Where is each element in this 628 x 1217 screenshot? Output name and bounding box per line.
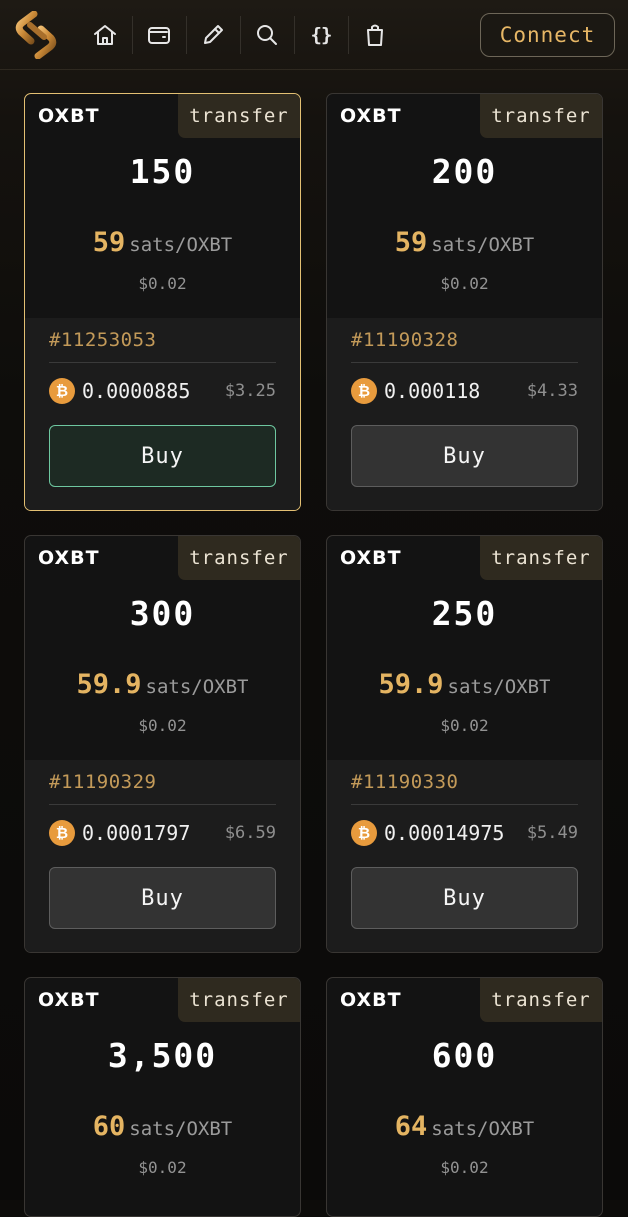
unit-price: 64 sats/OXBT xyxy=(327,1111,602,1142)
card-summary: OXBT transfer 200 59 sats/OXBT $0.02 xyxy=(327,94,602,318)
braces-glyph: {} xyxy=(310,24,333,46)
nav-divider xyxy=(294,16,295,54)
divider xyxy=(49,804,276,805)
braces-icon[interactable]: {} xyxy=(303,17,339,53)
token-amount: 3,500 xyxy=(107,1036,218,1075)
listing-card[interactable]: OXBT transfer 200 59 sats/OXBT $0.02 #111… xyxy=(326,93,603,511)
price-value: 59 xyxy=(394,227,428,258)
transfer-tag: transfer xyxy=(178,536,300,580)
ticker-label: OXBT xyxy=(38,989,100,1011)
transfer-tag: transfer xyxy=(480,94,602,138)
divider xyxy=(351,362,578,363)
search-icon[interactable] xyxy=(249,17,285,53)
price-unit: sats/OXBT xyxy=(447,676,551,698)
ticker-label: OXBT xyxy=(340,547,402,569)
ticker-label: OXBT xyxy=(38,547,100,569)
inscription-number[interactable]: #11190328 xyxy=(351,329,458,351)
wallet-icon[interactable] xyxy=(141,17,177,53)
buy-button[interactable]: Buy xyxy=(49,425,276,487)
card-footer: #11190330 ₿ 0.00014975 $5.49 Buy xyxy=(327,760,602,952)
price-value: 59.9 xyxy=(378,669,444,700)
inscription-number[interactable]: #11190329 xyxy=(49,771,156,793)
token-amount: 300 xyxy=(129,594,196,633)
unit-usd-price: $0.02 xyxy=(138,274,187,293)
nav-divider xyxy=(348,16,349,54)
ticker-label: OXBT xyxy=(340,989,402,1011)
usd-total: $4.33 xyxy=(526,381,578,401)
inscription-number[interactable]: #11253053 xyxy=(49,329,156,351)
transfer-tag: transfer xyxy=(480,978,602,1022)
bitcoin-icon: ₿ xyxy=(351,378,377,404)
token-amount: 600 xyxy=(431,1036,498,1075)
divider xyxy=(49,362,276,363)
btc-total: 0.000118 xyxy=(384,379,481,403)
price-unit: sats/OXBT xyxy=(431,234,535,256)
nav-divider xyxy=(132,16,133,54)
listing-card[interactable]: OXBT transfer 600 64 sats/OXBT $0.02 xyxy=(326,977,603,1217)
price-unit: sats/OXBT xyxy=(129,234,233,256)
price-value: 60 xyxy=(92,1111,126,1142)
bitcoin-icon: ₿ xyxy=(49,378,75,404)
card-summary: OXBT transfer 300 59.9 sats/OXBT $0.02 xyxy=(25,536,300,760)
token-amount: 250 xyxy=(431,594,498,633)
buy-button[interactable]: Buy xyxy=(49,867,276,929)
card-summary: OXBT transfer 250 59.9 sats/OXBT $0.02 xyxy=(327,536,602,760)
btc-total: 0.00014975 xyxy=(384,821,505,845)
nav-divider xyxy=(240,16,241,54)
usd-total: $6.59 xyxy=(224,823,276,843)
unit-usd-price: $0.02 xyxy=(440,274,489,293)
unit-price: 60 sats/OXBT xyxy=(25,1111,300,1142)
listing-card[interactable]: OXBT transfer 300 59.9 sats/OXBT $0.02 #1… xyxy=(24,535,301,953)
transfer-tag: transfer xyxy=(178,94,300,138)
price-unit: sats/OXBT xyxy=(145,676,249,698)
pencil-icon[interactable] xyxy=(195,17,231,53)
unit-usd-price: $0.02 xyxy=(440,1158,489,1177)
unit-usd-price: $0.02 xyxy=(440,716,489,735)
price-unit: sats/OXBT xyxy=(129,1118,233,1140)
ticker-label: OXBT xyxy=(340,105,402,127)
ticker-label: OXBT xyxy=(38,105,100,127)
token-amount: 200 xyxy=(431,152,498,191)
listing-card[interactable]: OXBT transfer 150 59 sats/OXBT $0.02 #112… xyxy=(24,93,301,511)
inscription-number[interactable]: #11190330 xyxy=(351,771,458,793)
transfer-tag: transfer xyxy=(178,978,300,1022)
home-icon[interactable] xyxy=(87,17,123,53)
bitcoin-icon: ₿ xyxy=(49,820,75,846)
card-footer: #11190328 ₿ 0.000118 $4.33 Buy xyxy=(327,318,602,510)
logo-icon[interactable] xyxy=(14,10,58,60)
usd-total: $5.49 xyxy=(526,823,578,843)
usd-total: $3.25 xyxy=(224,381,276,401)
token-amount: 150 xyxy=(129,152,196,191)
buy-button[interactable]: Buy xyxy=(351,867,578,929)
price-value: 64 xyxy=(394,1111,428,1142)
unit-usd-price: $0.02 xyxy=(138,716,187,735)
shopping-bag-icon[interactable] xyxy=(357,17,393,53)
unit-price: 59 sats/OXBT xyxy=(25,227,300,258)
unit-price: 59.9 sats/OXBT xyxy=(25,669,300,700)
card-footer: #11253053 ₿ 0.0000885 $3.25 Buy xyxy=(25,318,300,510)
listing-card[interactable]: OXBT transfer 3,500 60 sats/OXBT $0.02 xyxy=(24,977,301,1217)
top-nav-bar: {} Connect xyxy=(0,0,628,70)
card-summary: OXBT transfer 150 59 sats/OXBT $0.02 xyxy=(25,94,300,318)
nav-divider xyxy=(186,16,187,54)
transfer-tag: transfer xyxy=(480,536,602,580)
card-summary: OXBT transfer 3,500 60 sats/OXBT $0.02 xyxy=(25,978,300,1202)
card-footer: #11190329 ₿ 0.0001797 $6.59 Buy xyxy=(25,760,300,952)
divider xyxy=(351,804,578,805)
unit-usd-price: $0.02 xyxy=(138,1158,187,1177)
btc-total: 0.0001797 xyxy=(82,821,191,845)
price-unit: sats/OXBT xyxy=(431,1118,535,1140)
price-value: 59.9 xyxy=(76,669,142,700)
listing-card[interactable]: OXBT transfer 250 59.9 sats/OXBT $0.02 #1… xyxy=(326,535,603,953)
bitcoin-icon: ₿ xyxy=(351,820,377,846)
unit-price: 59 sats/OXBT xyxy=(327,227,602,258)
connect-button[interactable]: Connect xyxy=(480,13,615,57)
buy-button[interactable]: Buy xyxy=(351,425,578,487)
unit-price: 59.9 sats/OXBT xyxy=(327,669,602,700)
price-value: 59 xyxy=(92,227,126,258)
card-summary: OXBT transfer 600 64 sats/OXBT $0.02 xyxy=(327,978,602,1202)
btc-total: 0.0000885 xyxy=(82,379,191,403)
